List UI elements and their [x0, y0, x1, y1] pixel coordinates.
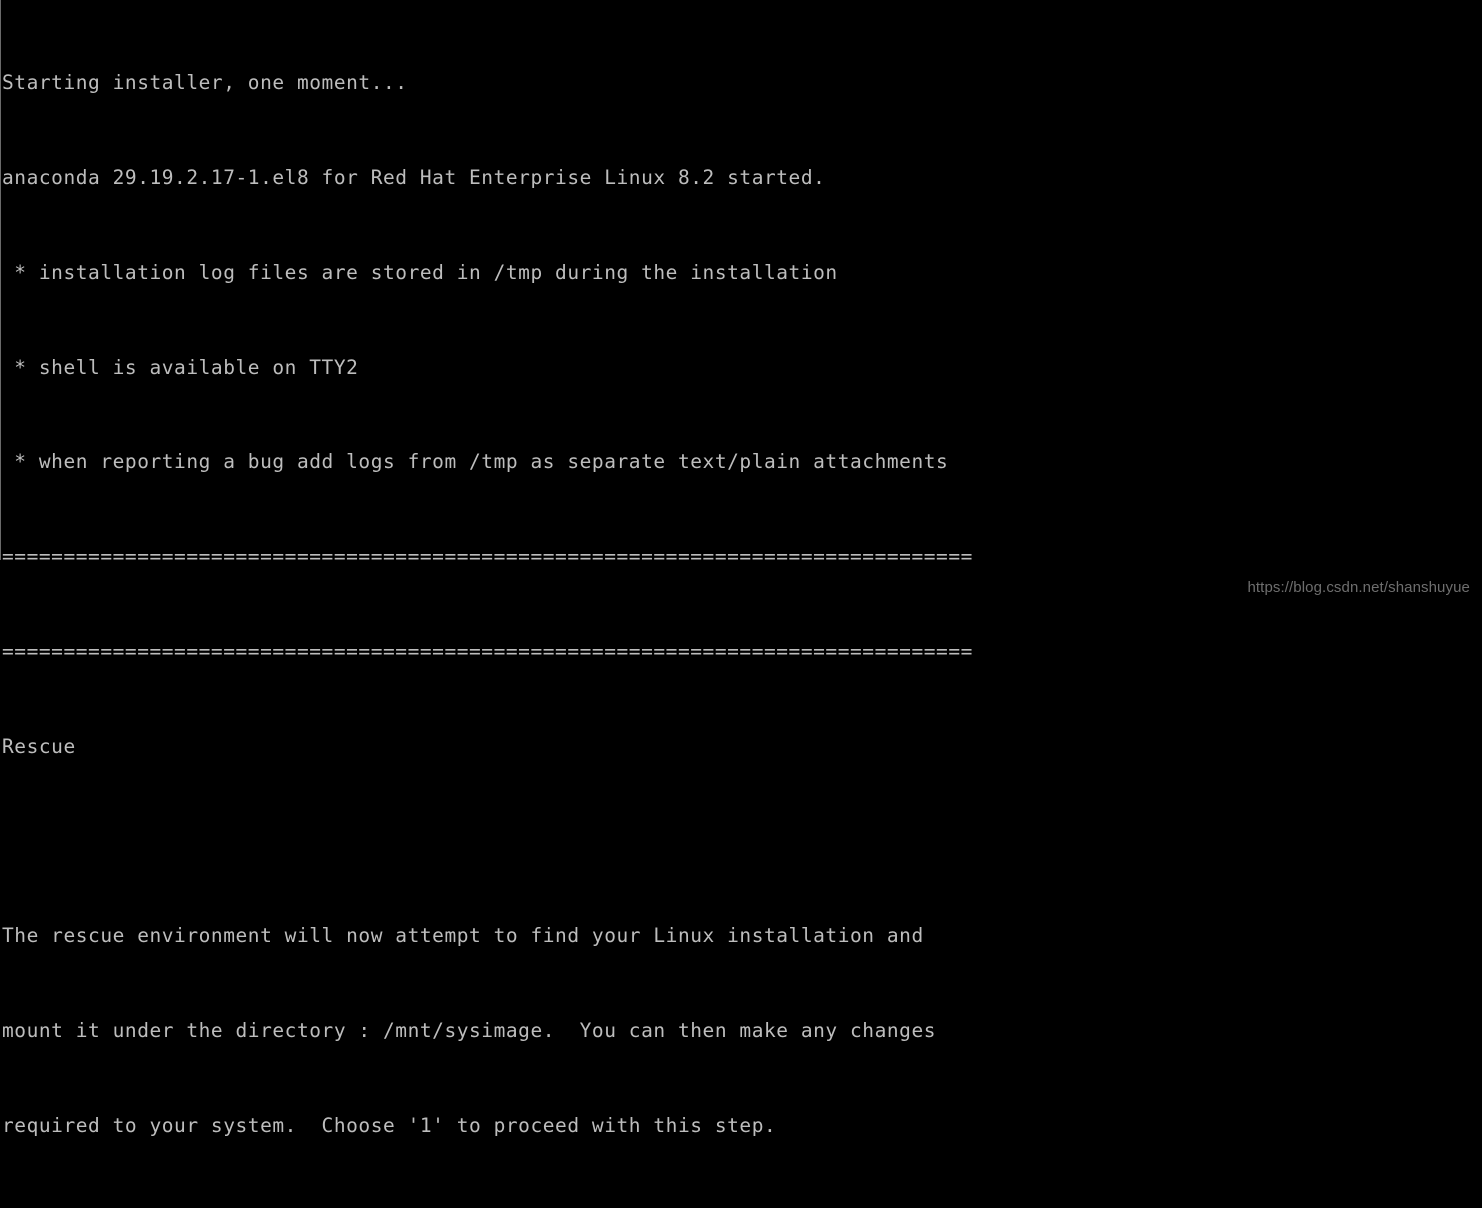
description-line-2: mount it under the directory : /mnt/sysi…	[2, 1019, 937, 1043]
separator-rule-top: ========================================…	[2, 545, 973, 569]
boot-note-log-files: * installation log files are stored in /…	[2, 260, 838, 284]
boot-line-starting: Starting installer, one moment...	[2, 71, 408, 95]
screen-left-edge-line	[0, 0, 1, 560]
screen-heading-rescue: Rescue	[2, 734, 76, 758]
description-line-3: required to your system. Choose '1' to p…	[2, 1113, 777, 1137]
terminal-output: Starting installer, one moment... anacon…	[2, 0, 1480, 1208]
boot-note-bug-reporting: * when reporting a bug add logs from /tm…	[2, 450, 949, 474]
console-screen: Starting installer, one moment... anacon…	[0, 0, 1482, 1137]
spacer-line-1	[2, 829, 1480, 853]
watermark-url: https://blog.csdn.net/shanshuyue	[1247, 579, 1470, 596]
separator-rule-bottom: ========================================…	[2, 639, 973, 663]
description-line-1: The rescue environment will now attempt …	[2, 924, 924, 948]
boot-note-shell-tty2: * shell is available on TTY2	[2, 355, 359, 379]
boot-line-anaconda-version: anaconda 29.19.2.17-1.el8 for Red Hat En…	[2, 165, 826, 189]
